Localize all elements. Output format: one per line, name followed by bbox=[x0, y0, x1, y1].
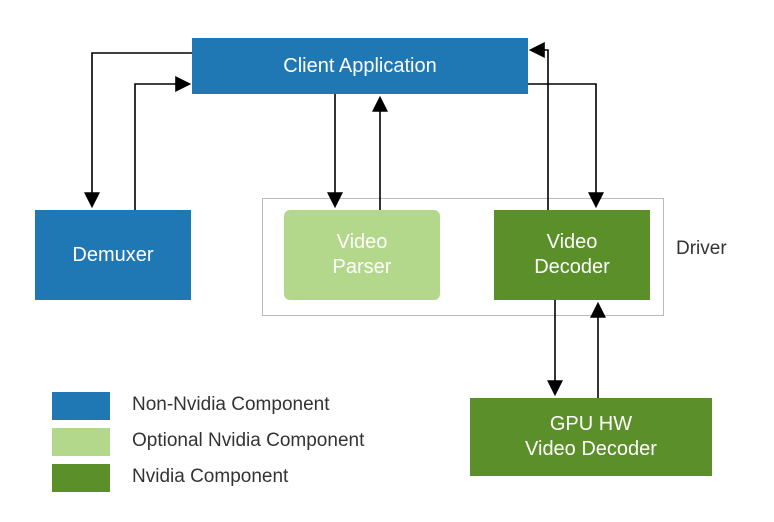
legend-label-optional-nvidia: Optional Nvidia Component bbox=[132, 430, 364, 452]
node-label: Client Application bbox=[283, 54, 436, 79]
node-label: GPU HW Video Decoder bbox=[525, 412, 657, 462]
legend-swatch-non-nvidia bbox=[52, 392, 110, 420]
edge-decoder-to-client bbox=[532, 50, 548, 210]
node-label: Video Parser bbox=[333, 230, 392, 280]
edge-demuxer-to-client bbox=[135, 84, 188, 210]
node-video-decoder: Video Decoder bbox=[494, 210, 650, 300]
legend-swatch-optional-nvidia bbox=[52, 428, 110, 456]
edge-client-to-decoder bbox=[528, 84, 596, 205]
driver-group-label: Driver bbox=[676, 238, 727, 260]
edge-client-to-demuxer bbox=[92, 53, 192, 205]
legend-label-nvidia: Nvidia Component bbox=[132, 466, 288, 488]
node-label: Video Decoder bbox=[534, 230, 610, 280]
legend-label-non-nvidia: Non-Nvidia Component bbox=[132, 394, 330, 416]
node-label: Demuxer bbox=[72, 243, 153, 268]
node-gpu-hw-video-decoder: GPU HW Video Decoder bbox=[470, 398, 712, 476]
node-demuxer: Demuxer bbox=[35, 210, 191, 300]
node-video-parser: Video Parser bbox=[284, 210, 440, 300]
legend-swatch-nvidia bbox=[52, 464, 110, 492]
node-client-application: Client Application bbox=[192, 38, 528, 94]
